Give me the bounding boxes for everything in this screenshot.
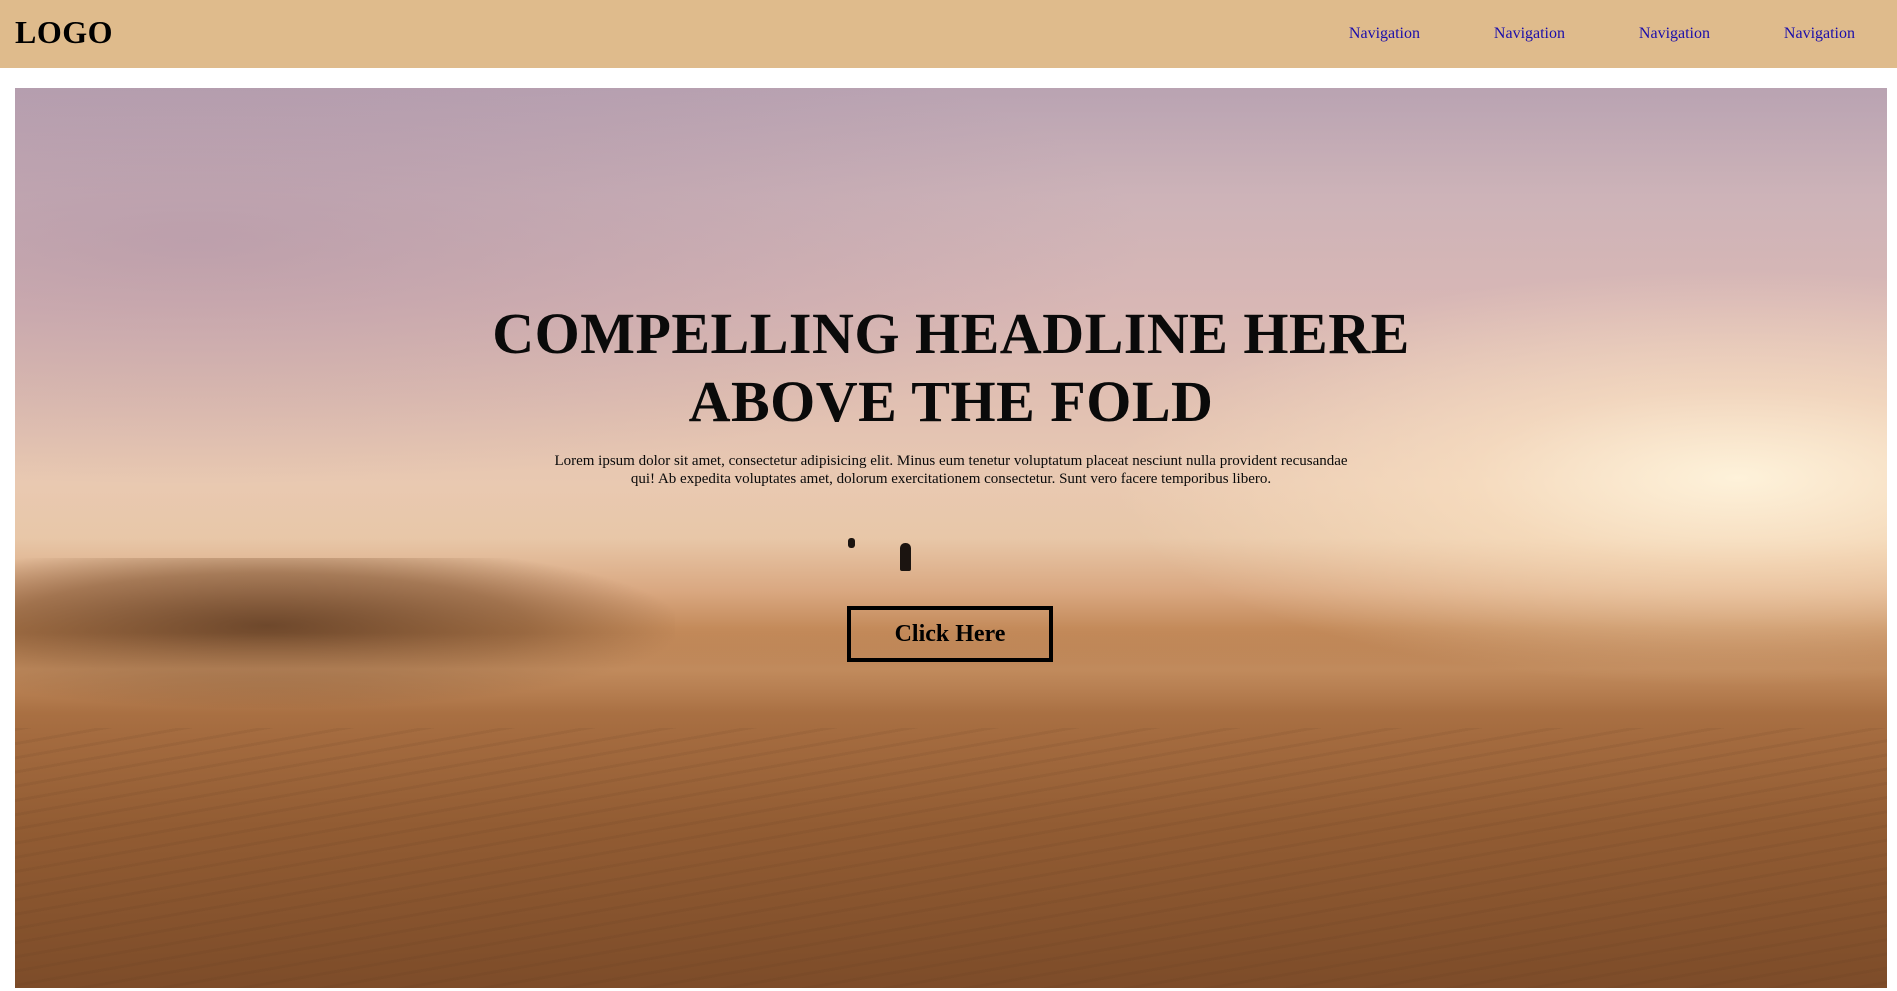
main-nav: Navigation Navigation Navigation Navigat… — [1340, 22, 1855, 46]
hero-content: COMPELLING HEADLINE HERE ABOVE THE FOLD … — [15, 88, 1887, 988]
click-here-button[interactable]: Click Here — [847, 606, 1053, 662]
nav-link-3[interactable]: Navigation — [1565, 22, 1710, 46]
hero-body-text: Lorem ipsum dolor sit amet, consectetur … — [554, 453, 1348, 487]
hero-headline: COMPELLING HEADLINE HERE ABOVE THE FOLD — [492, 301, 1410, 434]
logo[interactable]: LOGO — [15, 12, 113, 52]
site-header: LOGO Navigation Navigation Navigation Na… — [0, 0, 1897, 68]
nav-link-4[interactable]: Navigation — [1710, 22, 1855, 46]
nav-link-2[interactable]: Navigation — [1420, 22, 1565, 46]
hero-banner: COMPELLING HEADLINE HERE ABOVE THE FOLD … — [15, 88, 1887, 988]
nav-link-1[interactable]: Navigation — [1340, 22, 1420, 46]
